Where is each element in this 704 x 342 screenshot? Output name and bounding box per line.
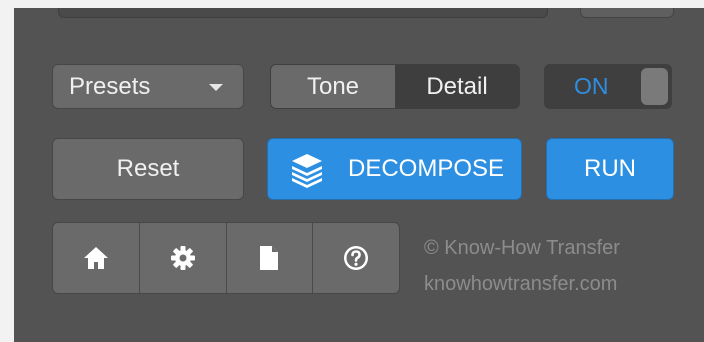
tab-tone[interactable]: Tone [271,65,395,108]
top-field [58,8,548,18]
chevron-down-icon [209,84,223,91]
mode-segmented-control: Tone Detail [270,64,520,109]
run-button[interactable]: RUN [546,138,674,200]
top-button[interactable] [580,8,674,18]
gear-icon [170,246,195,270]
toggle-label: ON [574,73,609,99]
decompose-label: DECOMPOSE [348,155,505,182]
reset-button[interactable]: Reset [52,138,244,200]
toggle-knob[interactable] [641,68,668,105]
presets-dropdown[interactable]: Presets [52,64,244,109]
help-button[interactable] [313,223,399,293]
settings-button[interactable] [139,223,227,293]
credits: © Know-How Transfer knowhowtransfer.com [424,230,620,302]
tab-detail[interactable]: Detail [395,65,519,108]
layers-icon [292,154,322,188]
decompose-button[interactable]: DECOMPOSE [267,138,522,200]
copyright-text: © Know-How Transfer [424,237,620,259]
plugin-panel: Presets Tone Detail ON Reset DECOMPOSE R… [14,8,704,342]
website-text: knowhowtransfer.com [424,273,618,295]
icon-toolbar [52,222,400,294]
help-icon [344,246,369,270]
document-button[interactable] [226,223,314,293]
document-icon [260,246,279,270]
presets-label: Presets [69,72,151,100]
on-toggle[interactable]: ON [544,64,672,109]
home-icon [83,247,108,269]
home-button[interactable] [53,223,140,293]
